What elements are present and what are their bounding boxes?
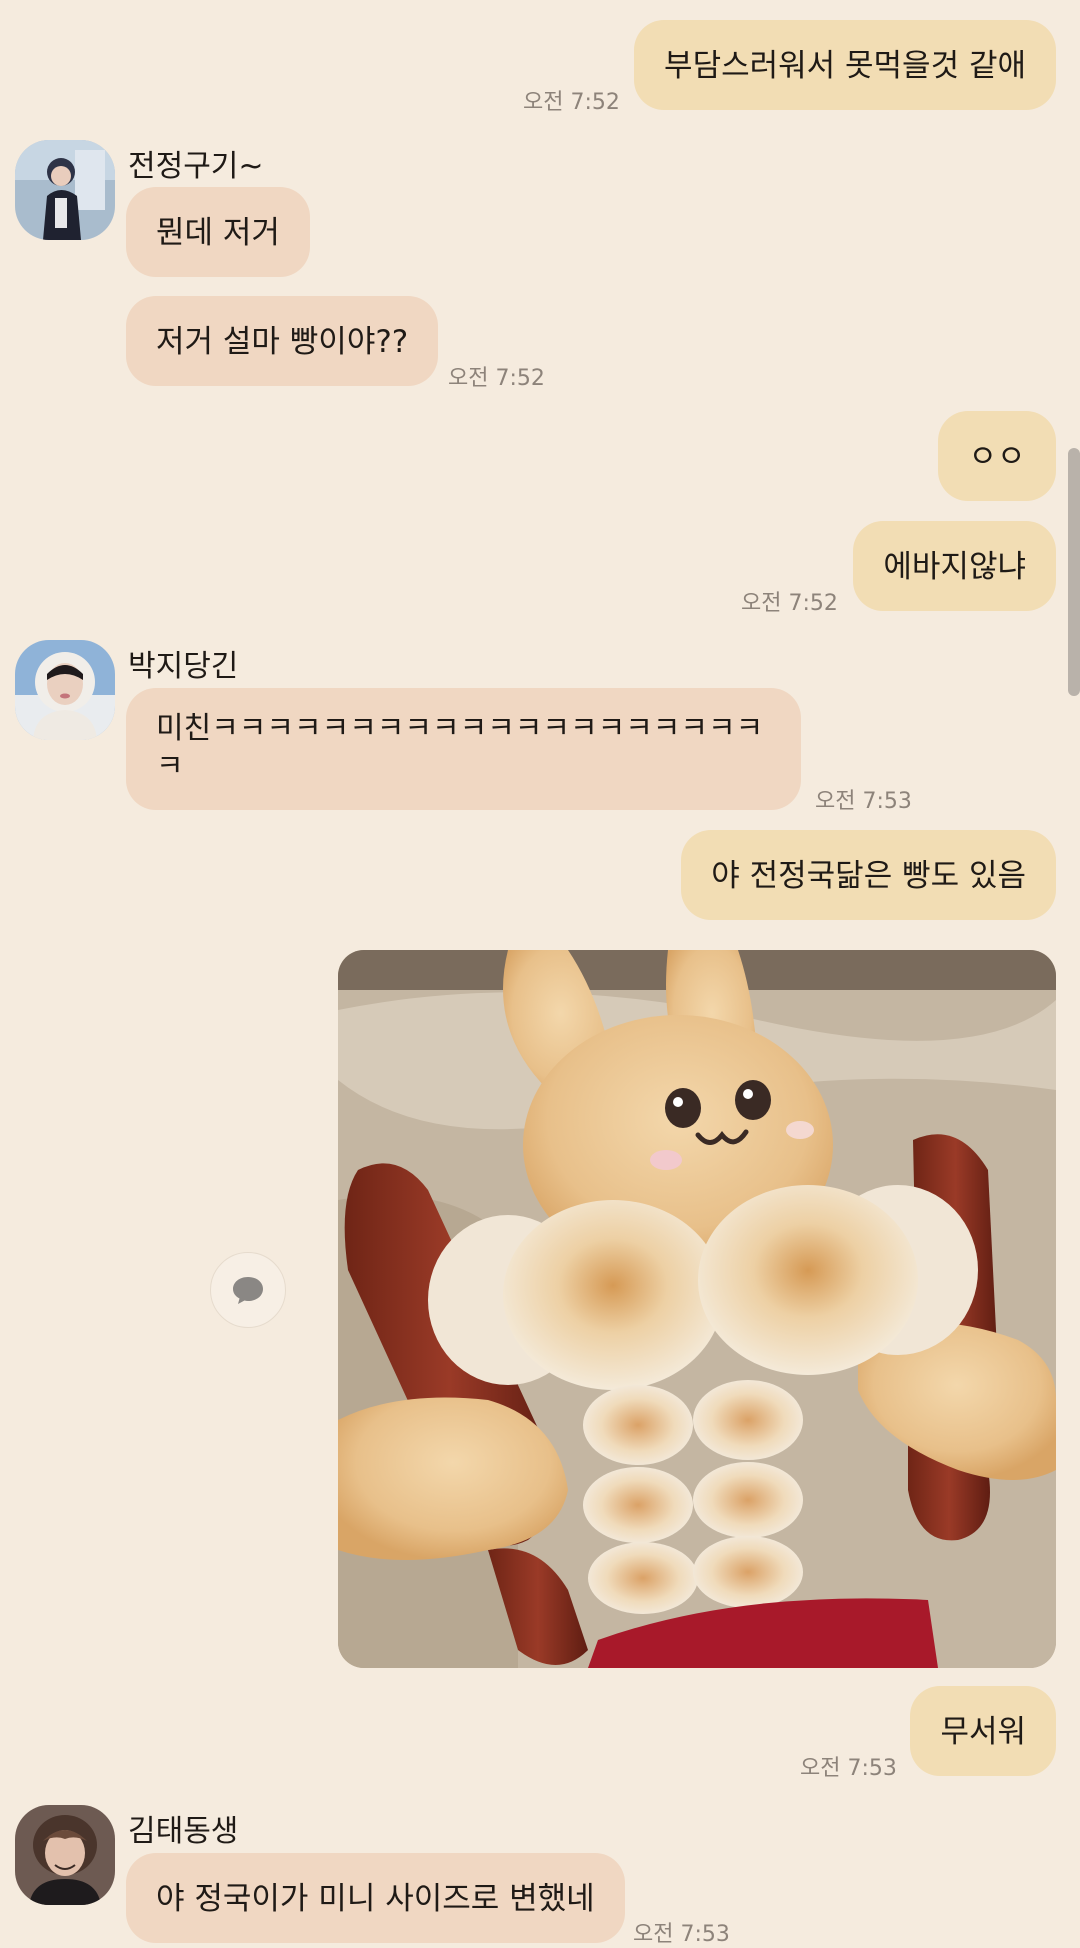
message-text: 야 정국이가 미니 사이즈로 변했네 (156, 1881, 595, 1917)
message-text: 저거 설마 빵이야?? (156, 324, 409, 360)
message-text: 부담스러워서 못먹을것 같애 (664, 48, 1026, 84)
my-message-bubble[interactable]: 부담스러워서 못먹을것 같애 (634, 20, 1056, 110)
message-timestamp: 오전 7:52 (448, 366, 545, 391)
message-timestamp: 오전 7:52 (523, 90, 620, 115)
message-text: 뭔데 저거 (156, 215, 280, 251)
message-timestamp: 오전 7:53 (800, 1756, 897, 1781)
sender-name: 박지당긴 (128, 649, 239, 684)
my-message-bubble[interactable]: 무서워 (910, 1686, 1056, 1776)
comment-button[interactable] (210, 1252, 286, 1328)
avatar-kimtaedongsaeng[interactable] (15, 1805, 115, 1905)
scrollbar-thumb[interactable] (1068, 448, 1080, 696)
their-message-bubble[interactable]: 야 정국이가 미니 사이즈로 변했네 (126, 1853, 625, 1943)
message-timestamp: 오전 7:52 (741, 591, 838, 616)
message-text: ㅇㅇ (968, 439, 1026, 475)
my-message-bubble[interactable]: ㅇㅇ (938, 411, 1056, 501)
avatar-parkjidanggin[interactable] (15, 640, 115, 740)
sender-name: 김태동생 (128, 1814, 239, 1849)
shared-photo-bunny-bread[interactable] (338, 950, 1056, 1668)
my-message-bubble[interactable]: 에바지않냐 (853, 521, 1056, 611)
message-text: 야 전정국닮은 빵도 있음 (711, 858, 1026, 894)
message-text: 미친ㅋㅋㅋㅋㅋㅋㅋㅋㅋㅋㅋㅋㅋㅋㅋㅋㅋㅋㅋㅋ (156, 711, 764, 746)
sender-name: 전정구기~ (128, 149, 264, 184)
message-timestamp: 오전 7:53 (633, 1922, 730, 1947)
message-text: 무서워 (940, 1714, 1026, 1750)
their-message-bubble[interactable]: 미친ㅋㅋㅋㅋㅋㅋㅋㅋㅋㅋㅋㅋㅋㅋㅋㅋㅋㅋㅋㅋ ㅋ (126, 688, 801, 810)
their-message-bubble[interactable]: 뭔데 저거 (126, 187, 310, 277)
message-text: 에바지않냐 (883, 549, 1026, 585)
message-text: ㅋ (156, 749, 184, 784)
avatar-jeonjeonggugi[interactable] (15, 140, 115, 240)
message-timestamp: 오전 7:53 (815, 789, 912, 814)
my-message-bubble[interactable]: 야 전정국닮은 빵도 있음 (681, 830, 1056, 920)
speech-bubble-icon (233, 1277, 263, 1304)
their-message-bubble[interactable]: 저거 설마 빵이야?? (126, 296, 439, 386)
